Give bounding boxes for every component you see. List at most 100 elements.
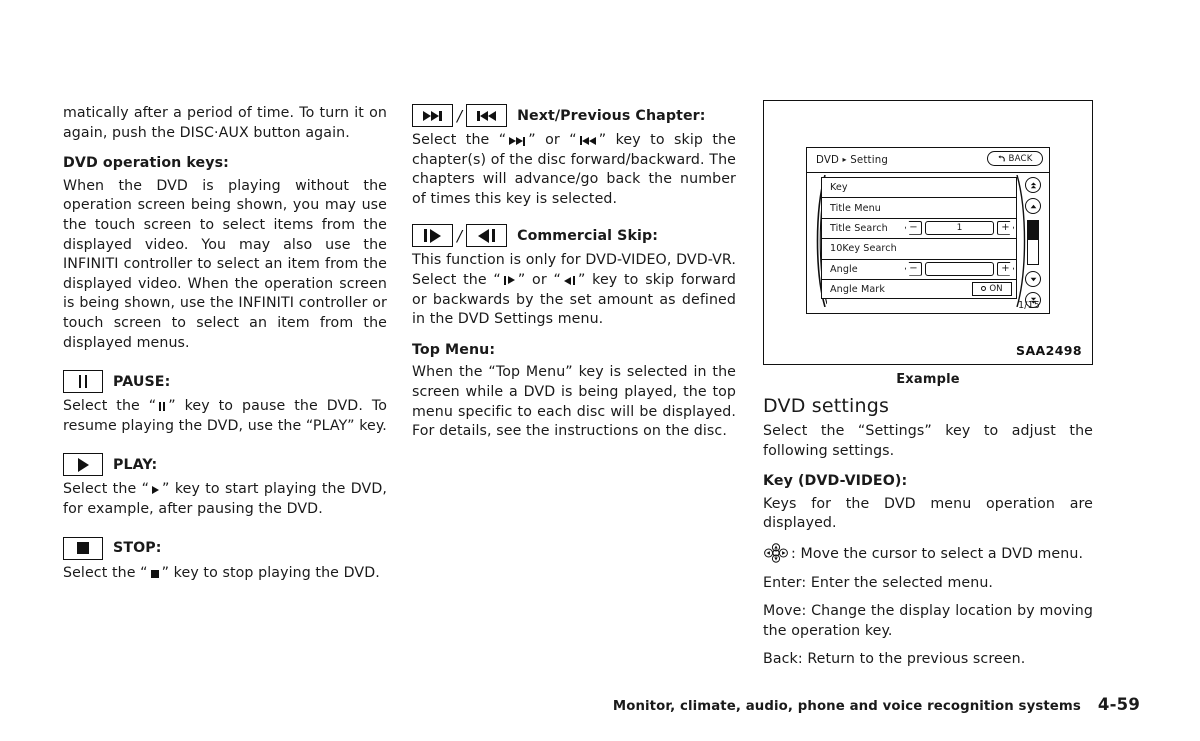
play-inline-icon (152, 486, 160, 495)
list-item[interactable]: Angle − + (821, 258, 1017, 279)
title-search-stepper: − 1 + (905, 220, 1014, 235)
play-icon (63, 453, 103, 477)
row-label: 10Key Search (830, 243, 897, 255)
next-chapter-icon (412, 104, 453, 127)
chapter-description: Select the “” or “” key to skip the chap… (412, 131, 736, 209)
row-label: Key (830, 182, 848, 194)
row-label: Angle Mark (830, 283, 886, 295)
play-text-before: Select the “ (63, 481, 150, 498)
next-chapter-inline-icon (509, 136, 526, 146)
play-key-label: PLAY: (113, 456, 158, 473)
direction-pad-icon (763, 543, 789, 563)
manual-page: matically after a period of time. To tur… (0, 0, 1200, 741)
footer-section-title: Monitor, climate, audio, phone and voice… (612, 699, 1081, 714)
pause-icon (63, 370, 103, 394)
angle-mark-toggle[interactable]: ON (972, 281, 1012, 296)
row-label: Title Menu (830, 202, 881, 214)
chapter-text-1: Select the “ (412, 132, 507, 148)
scrollbar-thumb[interactable] (1028, 221, 1038, 240)
list-item[interactable]: 10Key Search (821, 238, 1017, 259)
commercial-skip-back-icon (466, 224, 508, 248)
minus-button[interactable]: − (905, 261, 922, 276)
commercial-skip-key-line: / Commercial Skip: (412, 224, 736, 248)
footer-page-number: 4-59 (1097, 695, 1140, 714)
scrollbar[interactable] (1027, 220, 1039, 265)
right-column: DVD ▸ Setting BACK Key Title Menu Title … (763, 100, 1093, 670)
angle-mark-toggle-wrap: ON (972, 281, 1012, 296)
dpad-description: : Move the cursor to select a DVD menu. (763, 543, 1093, 565)
top-menu-heading: Top Menu: (412, 341, 496, 358)
figure-caption: Example (896, 372, 960, 387)
key-dvd-video-heading: Key (DVD-VIDEO): (763, 473, 908, 490)
page-indicator: 1/15 (1018, 300, 1040, 311)
chapter-key-label: Next/Previous Chapter: (517, 107, 706, 124)
chapter-text-2: ” or “ (528, 132, 577, 148)
key-dvd-video-text: Keys for the DVD menu operation are disp… (763, 495, 1093, 532)
back-button-label: BACK (1008, 153, 1033, 164)
left-column: matically after a period of time. To tur… (63, 104, 387, 583)
minus-button[interactable]: − (905, 220, 922, 235)
back-button[interactable]: BACK (987, 151, 1043, 166)
stop-text-after: ” key to stop playing the DVD. (161, 564, 380, 581)
dvd-settings-heading: DVD settings (763, 395, 890, 417)
angle-value[interactable] (925, 261, 994, 276)
screen-breadcrumb: DVD ▸ Setting (816, 155, 888, 166)
previous-chapter-icon (466, 104, 508, 127)
settings-list: Key Title Menu Title Search − 1 + 10Key … (821, 177, 1017, 300)
commercial-skip-key-label: Commercial Skip: (517, 227, 659, 244)
play-description: Select the “” key to start playing the D… (63, 480, 387, 519)
icon-separator: / (457, 106, 463, 125)
screen-title-bar: DVD ▸ Setting BACK (807, 148, 1049, 173)
icon-separator-2: / (457, 226, 463, 245)
plus-button[interactable]: + (997, 220, 1014, 235)
dpad-text: : Move the cursor to select a DVD menu. (791, 545, 1084, 562)
pause-glyph (78, 375, 88, 389)
intro-paragraph: matically after a period of time. To tur… (63, 105, 387, 141)
title-search-value[interactable]: 1 (925, 220, 994, 235)
angle-stepper: − + (905, 261, 1014, 276)
scroll-up-icon[interactable] (1025, 198, 1041, 214)
skip-forward-inline-icon (503, 275, 515, 285)
breadcrumb-arrow-icon: ▸ (842, 154, 847, 164)
pause-key-label: PAUSE: (113, 373, 171, 390)
back-description: Back: Return to the previous screen. (763, 651, 1026, 668)
figure-code: SAA2498 (1016, 343, 1082, 358)
skip-text-2: ” or “ (517, 271, 561, 288)
breadcrumb-root: DVD (816, 154, 840, 166)
commercial-skip-forward-icon (412, 224, 453, 248)
stop-key-line: STOP: (63, 536, 387, 560)
list-item[interactable]: Key (821, 177, 1017, 198)
dvd-operation-keys-heading: DVD operation keys: (63, 155, 229, 172)
enter-description: Enter: Enter the selected menu. (763, 574, 994, 591)
stop-inline-icon (150, 569, 159, 578)
toggle-label: ON (989, 283, 1003, 294)
breadcrumb-current: Setting (850, 154, 889, 166)
play-glyph (77, 457, 89, 472)
pause-description: Select the “” key to pause the DVD. To r… (63, 397, 387, 436)
middle-column: / Next/Previous Chapter: Select the “ ” o… (412, 104, 736, 442)
stop-key-label: STOP: (113, 540, 162, 556)
stop-icon (63, 536, 103, 560)
play-key-line: PLAY: (63, 453, 387, 477)
plus-button[interactable]: + (997, 261, 1014, 276)
dvd-settings-intro: Select the “Settings” key to adjust the … (763, 423, 1093, 459)
top-menu-paragraph: When the “Top Menu” key is selected in t… (412, 364, 736, 440)
move-description: Move: Change the display location by mov… (763, 603, 1093, 639)
example-figure: DVD ▸ Setting BACK Key Title Menu Title … (763, 100, 1093, 365)
stop-description: Select the “ ” key to stop playing the DV… (63, 564, 387, 584)
scroll-controls (1022, 175, 1044, 311)
commercial-skip-description: This function is only for DVD-VIDEO, DVD… (412, 251, 736, 329)
row-label: Title Search (830, 222, 888, 234)
chapter-key-line: / Next/Previous Chapter: (412, 104, 736, 127)
back-arrow-icon (998, 155, 1006, 162)
list-item[interactable]: Title Menu (821, 197, 1017, 218)
row-label: Angle (830, 263, 858, 275)
screen-list-area: Key Title Menu Title Search − 1 + 10Key … (807, 173, 1049, 313)
list-item[interactable]: Angle Mark ON (821, 278, 1017, 300)
pause-text-before: Select the “ (63, 398, 157, 415)
list-item[interactable]: Title Search − 1 + (821, 217, 1017, 239)
page-footer: Monitor, climate, audio, phone and voice… (0, 695, 1200, 714)
pause-inline-icon (159, 402, 166, 412)
scroll-down-icon[interactable] (1025, 271, 1041, 287)
scroll-top-icon[interactable] (1025, 177, 1041, 193)
